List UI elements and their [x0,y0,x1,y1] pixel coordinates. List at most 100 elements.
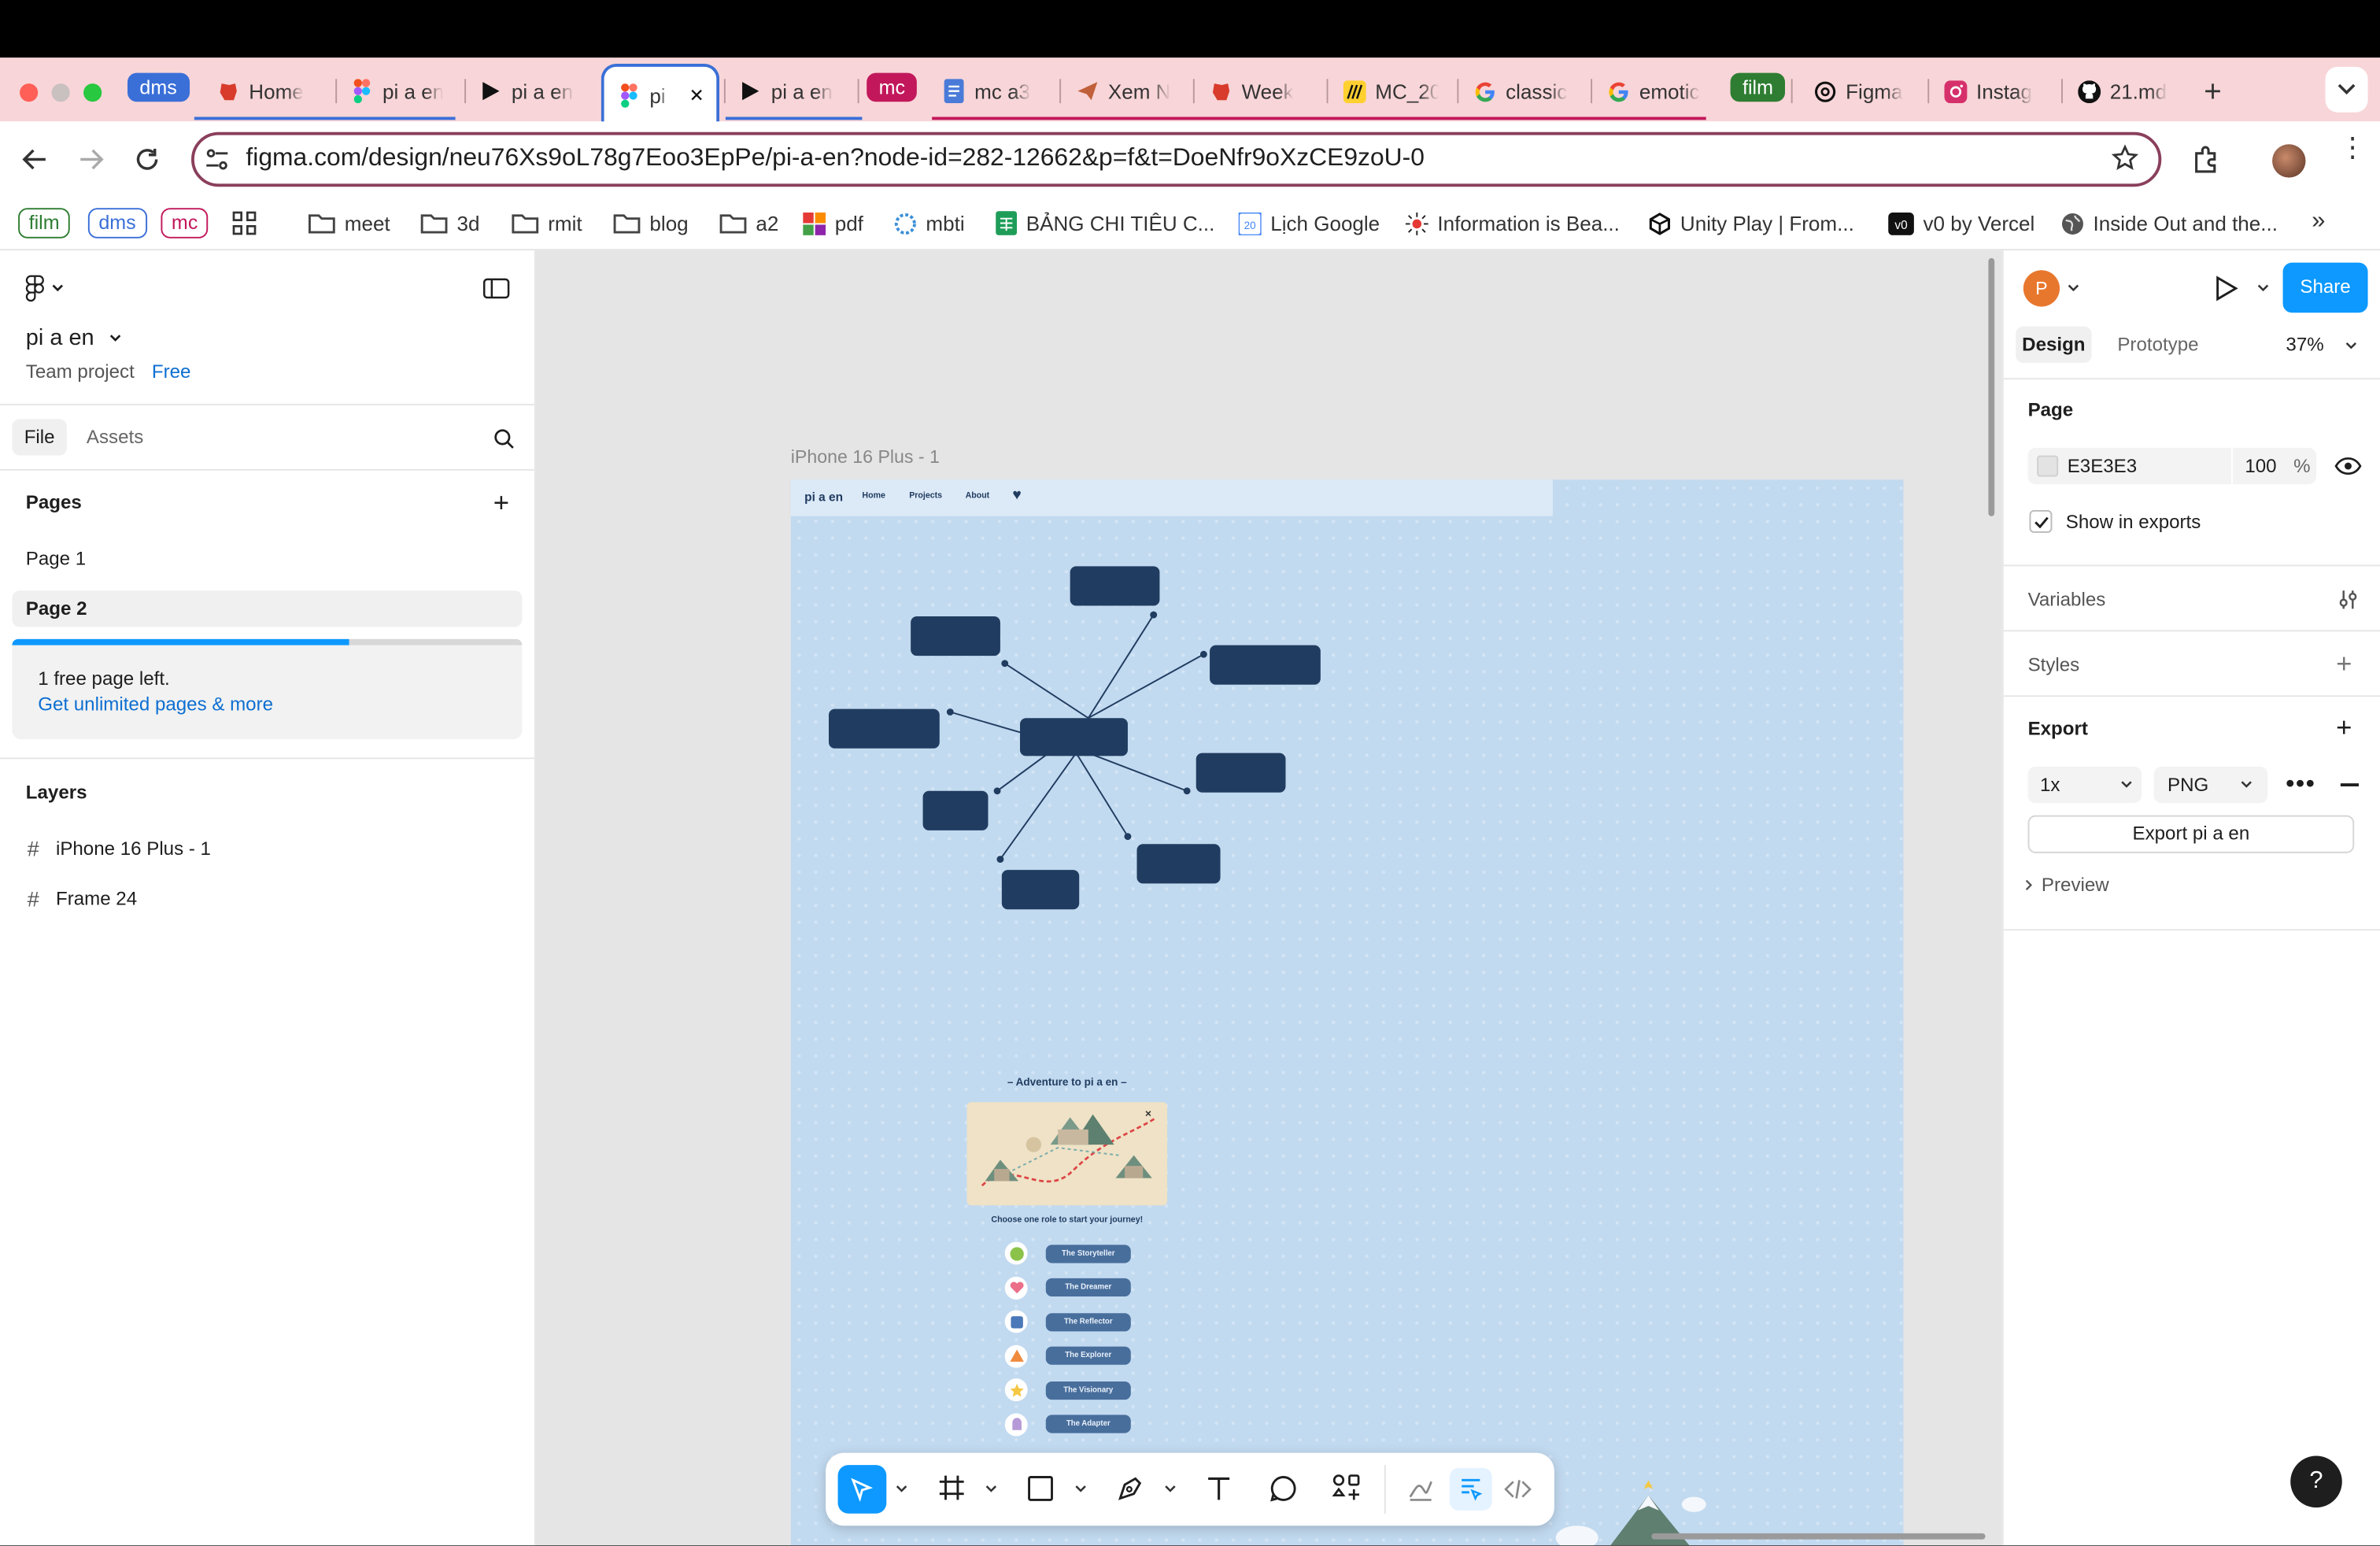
frame-icon: # [27,836,39,861]
bookmark-folder[interactable]: 3d [420,208,479,239]
export-format-select[interactable]: PNG [2153,766,2268,804]
role-button[interactable]: The Dreamer [1045,1278,1131,1296]
frame-tool-icon[interactable] [938,1474,966,1502]
file-name-button[interactable]: pi a en [26,325,122,350]
bookmark-folder[interactable]: a2 [719,208,778,239]
chevron-down-icon[interactable] [1164,1485,1176,1494]
page-usage-fill [12,638,349,645]
bookmark-group-chip[interactable]: film [18,208,71,239]
tab-prototype[interactable]: Prototype [2117,334,2198,355]
bookmark-item[interactable]: BẢNG CHI TIÊU C... [996,208,1214,239]
vertical-scrollbar[interactable] [1988,257,1995,516]
chevron-down-icon[interactable] [2345,342,2357,351]
upgrade-link[interactable]: Get unlimited pages & more [38,693,273,715]
add-style-button[interactable]: + [2336,648,2352,680]
plan-badge[interactable]: Free [152,361,191,383]
bookmark-item[interactable]: 20 Lịch Google [1238,208,1380,239]
text-tool-icon[interactable] [1205,1474,1232,1502]
layer-item[interactable]: # iPhone 16 Plus - 1 [28,837,211,861]
role-option[interactable]: The Explorer [1004,1344,1131,1367]
page-item-selected[interactable] [12,590,523,627]
page-item-label: Page 2 [25,597,87,620]
add-page-button[interactable]: + [493,489,509,516]
bookmark-item[interactable]: v0 v0 by Vercel [1888,208,2034,239]
more-bookmarks-icon[interactable]: » [2312,208,2325,235]
grid-color-icon [803,212,826,235]
show-in-exports-checkbox[interactable] [2029,509,2053,533]
tab-file[interactable]: File [12,419,67,456]
help-button[interactable]: ? [2290,1455,2342,1508]
role-button[interactable]: The Explorer [1045,1346,1131,1365]
chevron-down-icon [109,334,121,341]
tab-design[interactable]: Design [2016,326,2092,363]
page-opacity-value[interactable]: 100 [2245,456,2276,477]
role-option[interactable]: The Dreamer [1004,1275,1131,1299]
bookmark-item[interactable]: Information is Bea... [1405,208,1620,239]
canvas[interactable]: iPhone 16 Plus - 1 pi a en Home Projects… [535,250,2002,1546]
horizontal-scrollbar[interactable] [1651,1533,1986,1540]
bookmark-label: meet [344,212,390,235]
tab-assets[interactable]: Assets [87,427,143,448]
role-button[interactable]: The Adapter [1045,1415,1131,1433]
color-swatch[interactable] [2037,455,2059,477]
export-scale-select[interactable]: 1x [2027,766,2142,804]
role-button[interactable]: The Reflector [1045,1312,1131,1331]
pages-heading: Pages [25,491,82,513]
add-export-button[interactable]: + [2336,712,2352,744]
bookmark-item[interactable]: Unity Play | From... [1648,208,1854,239]
chevron-down-icon[interactable] [2068,284,2079,294]
role-option[interactable]: The Reflector [1004,1310,1131,1333]
eye-icon[interactable] [2334,457,2362,475]
bookmark-folder[interactable]: blog [613,208,689,239]
design-mode-icon [1462,1478,1483,1501]
pen-tool-icon[interactable] [1115,1474,1144,1503]
role-option[interactable]: The Visionary [1004,1378,1131,1402]
present-play-icon[interactable] [2215,275,2239,302]
export-button[interactable]: Export pi a en [2027,815,2355,853]
preview-toggle[interactable]: Preview [2025,875,2109,896]
layer-item[interactable]: # Frame 24 [28,886,137,911]
bookmark-folder[interactable]: meet [308,208,390,239]
divider [2003,695,2380,697]
bookmark-label: Unity Play | From... [1680,212,1854,235]
apps-button[interactable] [232,208,257,239]
role-button[interactable]: The Visionary [1045,1381,1131,1400]
search-icon[interactable] [493,428,515,449]
page-item[interactable]: Page 1 [26,548,86,569]
sheets-icon [996,211,1018,235]
chevron-down-icon[interactable] [1074,1485,1086,1494]
role-option[interactable]: The Adapter [1004,1412,1131,1436]
actions-icon[interactable] [1331,1473,1362,1503]
bookmark-folder[interactable]: rmit [512,208,582,239]
chevron-down-icon[interactable] [985,1485,997,1494]
bookmark-group-chip[interactable]: mc [161,208,209,239]
variables-settings-icon[interactable] [2338,589,2359,610]
role-button[interactable]: The Storyteller [1045,1244,1131,1263]
comment-tool-icon[interactable] [1269,1474,1298,1503]
bookmark-item[interactable]: pdf [803,208,863,239]
right-sidebar: P Share Design Prototype 37% Page E3E3E3… [2001,250,2380,1546]
export-options-icon[interactable]: ••• [2286,771,2315,799]
move-tool-button[interactable] [837,1465,887,1514]
frame-label[interactable]: iPhone 16 Plus - 1 [791,446,940,468]
field-divider [2230,447,2233,485]
remove-export-icon[interactable] [2340,783,2359,786]
page-color-value[interactable]: E3E3E3 [2068,456,2137,477]
zoom-level[interactable]: 37% [2286,334,2323,355]
iphone-frame[interactable]: pi a en Home Projects About ♥ – Adventur… [790,479,1904,1546]
chevron-down-icon[interactable] [2257,284,2269,294]
chevron-down-icon[interactable] [896,1485,907,1494]
sidebar-toggle-icon[interactable] [482,278,510,299]
bookmark-label: rmit [548,212,582,235]
figma-menu-button[interactable] [24,275,64,302]
share-button[interactable]: Share [2282,262,2368,313]
bookmark-group-chip[interactable]: dms [87,208,147,239]
dev-mode-icon[interactable] [1504,1476,1532,1503]
bookmark-item[interactable]: mbti [894,208,965,239]
rectangle-tool-icon[interactable] [1028,1476,1054,1502]
design-mode-button[interactable] [1449,1467,1492,1511]
bookmark-item[interactable]: Inside Out and the... [2061,208,2278,239]
user-avatar[interactable]: P [2023,270,2060,307]
draw-mode-icon[interactable] [1407,1476,1435,1503]
role-option[interactable]: The Storyteller [1004,1241,1131,1265]
